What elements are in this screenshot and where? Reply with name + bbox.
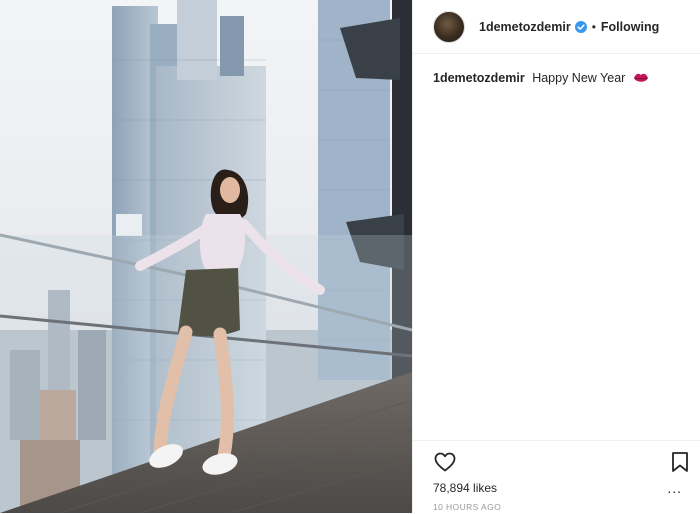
post-header: 1demetozdemir • Following	[413, 0, 700, 54]
photo-illustration	[0, 0, 412, 513]
username-link[interactable]: 1demetozdemir	[479, 20, 571, 34]
verified-badge-icon	[574, 20, 587, 33]
following-button[interactable]: Following	[601, 20, 659, 34]
bookmark-icon[interactable]	[669, 450, 691, 474]
header-separator: •	[591, 19, 596, 34]
likes-count[interactable]: 78,894 likes	[433, 481, 497, 495]
post-timestamp[interactable]: 10 HOURS AGO	[433, 502, 501, 512]
avatar[interactable]	[433, 10, 465, 43]
instagram-post: 1demetozdemir • Following 1demetozdemir …	[0, 0, 700, 513]
post-caption: 1demetozdemir Happy New Year	[413, 54, 700, 85]
post-photo[interactable]	[0, 0, 412, 513]
caption-text: Happy New Year	[532, 71, 626, 85]
caption-username-link[interactable]: 1demetozdemir	[433, 71, 525, 85]
post-footer: 78,894 likes ... 10 HOURS AGO	[413, 440, 700, 514]
more-options-button[interactable]: ...	[667, 481, 682, 495]
post-side-panel: 1demetozdemir • Following 1demetozdemir …	[412, 0, 700, 513]
lips-emoji-icon	[633, 73, 648, 82]
heart-icon[interactable]	[433, 450, 457, 474]
action-bar	[433, 450, 688, 474]
